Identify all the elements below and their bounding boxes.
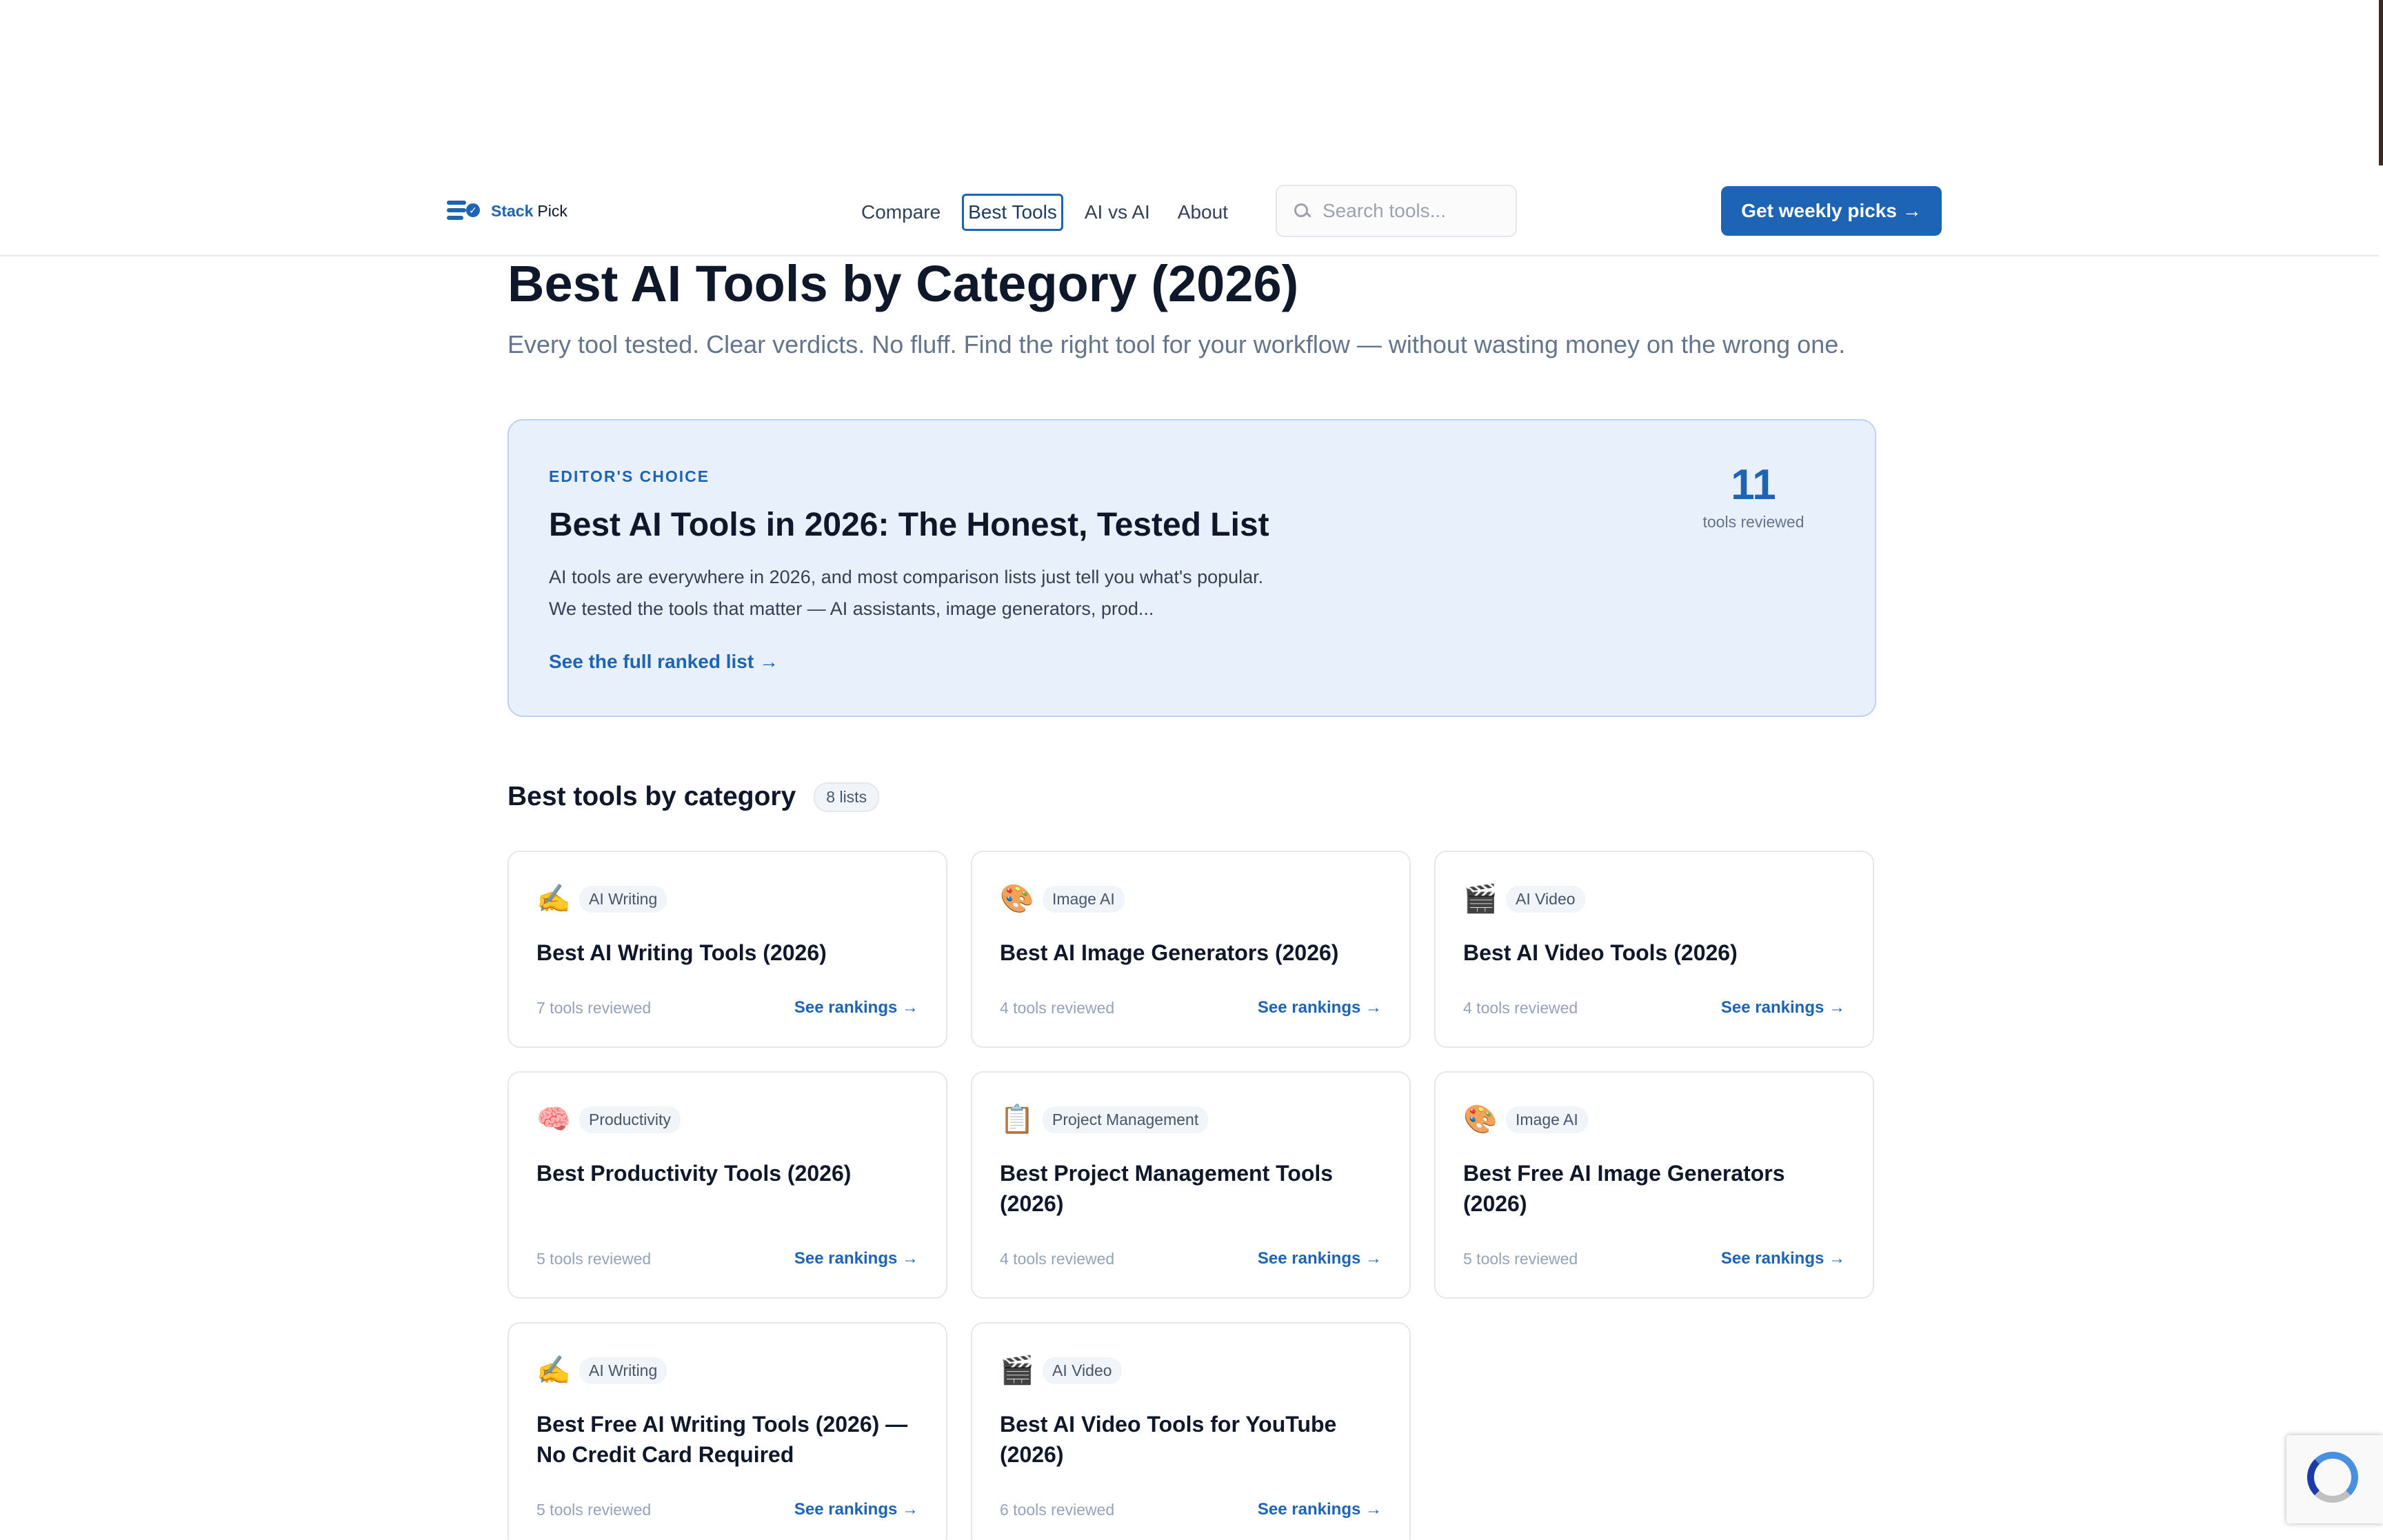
stat-label: tools reviewed	[1702, 513, 1804, 531]
featured-title: Best AI Tools in 2026: The Honest, Teste…	[549, 507, 1269, 543]
card-title: Best AI Writing Tools (2026)	[536, 940, 827, 965]
nav-link-ai-vs-ai[interactable]: AI vs AI	[1078, 194, 1156, 231]
get-weekly-picks-button[interactable]: Get weekly picks →	[1721, 186, 1942, 236]
stat-number: 11	[1731, 461, 1776, 509]
search-icon	[1292, 201, 1311, 221]
see-full-ranked-list-link[interactable]: See the full ranked list →	[549, 651, 778, 673]
artist-palette-icon: 🎨	[1000, 884, 1034, 914]
card-header: 📋 Project Management	[1000, 1104, 1209, 1135]
category-card[interactable]: 🎬 AI Video Best AI Video Tools for YouTu…	[971, 1322, 1411, 1540]
card-title: Best Productivity Tools (2026)	[536, 1161, 852, 1186]
card-tools-count: 5 tools reviewed	[1463, 1250, 1578, 1268]
search-input[interactable]	[1323, 200, 1502, 222]
card-header: 🎨 Image AI	[1000, 884, 1125, 914]
card-tools-count: 5 tools reviewed	[536, 1250, 652, 1268]
clipboard-icon: 📋	[1000, 1104, 1034, 1135]
page-title: Best AI Tools by Category (2026)	[507, 255, 1299, 312]
card-title: Best Project Management Tools (2026)	[1000, 1161, 1334, 1216]
card-tools-count: 4 tools reviewed	[1000, 1250, 1115, 1268]
category-card[interactable]: 🎨 Image AI Best AI Image Generators (202…	[971, 851, 1411, 1048]
category-tag: AI Video	[1506, 885, 1585, 913]
category-card-grid: ✍️ AI Writing Best AI Writing Tools (202…	[507, 851, 1876, 1540]
see-rankings-link[interactable]: See rankings →	[794, 1500, 918, 1519]
card-tools-count: 4 tools reviewed	[1463, 999, 1578, 1017]
recaptcha-badge[interactable]	[2286, 1435, 2383, 1523]
editors-choice-label: EDITOR'S CHOICE	[549, 467, 710, 485]
editors-choice-card[interactable]: EDITOR'S CHOICE Best AI Tools in 2026: T…	[507, 419, 1876, 717]
writing-hand-icon: ✍️	[536, 884, 571, 914]
see-rankings-link[interactable]: See rankings →	[1258, 1500, 1382, 1519]
clapper-board-icon: 🎬	[1000, 1355, 1034, 1386]
card-title: Best AI Video Tools (2026)	[1463, 940, 1738, 965]
see-rankings-link[interactable]: See rankings →	[1721, 998, 1845, 1017]
featured-description-line-1: AI tools are everywhere in 2026, and mos…	[549, 567, 1264, 587]
search-box[interactable]	[1276, 185, 1517, 237]
category-section-heading: Best tools by category 8 lists	[507, 782, 880, 812]
brain-icon: 🧠	[536, 1104, 571, 1135]
list-count-badge: 8 lists	[814, 782, 880, 812]
card-tools-count: 5 tools reviewed	[536, 1501, 652, 1519]
card-tools-count: 6 tools reviewed	[1000, 1501, 1115, 1519]
category-card[interactable]: 📋 Project Management Best Project Manage…	[971, 1071, 1411, 1299]
card-header: 🎬 AI Video	[1000, 1355, 1122, 1386]
category-tag: AI Writing	[579, 885, 667, 913]
clapper-board-icon: 🎬	[1463, 884, 1498, 914]
card-header: 🎬 AI Video	[1463, 884, 1585, 914]
section-title: Best tools by category	[507, 782, 796, 811]
featured-description: AI tools are everywhere in 2026, and mos…	[549, 561, 1376, 625]
page-subtitle: Every tool tested. Clear verdicts. No fl…	[507, 330, 1846, 358]
writing-hand-icon: ✍️	[536, 1355, 571, 1386]
nav-link-about[interactable]: About	[1172, 194, 1234, 231]
window-edge	[2379, 0, 2383, 165]
card-title: Best AI Image Generators (2026)	[1000, 940, 1339, 965]
logo-text: Stack Pick	[491, 202, 567, 221]
card-tools-count: 7 tools reviewed	[536, 999, 652, 1017]
logo-link[interactable]: ✓ Stack Pick	[447, 196, 567, 226]
logo-name-secondary: Pick	[537, 201, 567, 220]
stack-logo-icon: ✓	[447, 199, 483, 223]
card-tools-count: 4 tools reviewed	[1000, 999, 1115, 1017]
card-header: ✍️ AI Writing	[536, 1355, 667, 1386]
featured-description-line-2: We tested the tools that matter — AI ass…	[549, 598, 1154, 619]
category-tag: Image AI	[1506, 1106, 1588, 1133]
see-rankings-link[interactable]: See rankings →	[1721, 1249, 1845, 1268]
logo-name-primary: Stack	[491, 201, 534, 220]
category-tag: Image AI	[1043, 885, 1125, 913]
category-card[interactable]: ✍️ AI Writing Best AI Writing Tools (202…	[507, 851, 947, 1048]
category-card[interactable]: 🎨 Image AI Best Free AI Image Generators…	[1434, 1071, 1874, 1299]
category-tag: Productivity	[579, 1106, 681, 1133]
card-title: Best Free AI Image Generators (2026)	[1463, 1161, 1785, 1216]
main-nav: Compare Best Tools AI vs AI About	[855, 193, 1234, 232]
card-header: 🎨 Image AI	[1463, 1104, 1588, 1135]
artist-palette-icon: 🎨	[1463, 1104, 1498, 1135]
nav-link-best-tools[interactable]: Best Tools	[962, 194, 1063, 231]
recaptcha-icon	[2307, 1452, 2358, 1503]
category-card[interactable]: 🎬 AI Video Best AI Video Tools (2026) 4 …	[1434, 851, 1874, 1048]
category-tag: AI Video	[1043, 1357, 1122, 1384]
see-rankings-link[interactable]: See rankings →	[1258, 998, 1382, 1017]
card-title: Best AI Video Tools for YouTube (2026)	[1000, 1412, 1337, 1467]
see-rankings-link[interactable]: See rankings →	[794, 998, 918, 1017]
card-header: ✍️ AI Writing	[536, 884, 667, 914]
site-header: ✓ Stack Pick Compare Best Tools AI vs AI …	[0, 165, 2379, 256]
category-tag: AI Writing	[579, 1357, 667, 1384]
category-card[interactable]: 🧠 Productivity Best Productivity Tools (…	[507, 1071, 947, 1299]
see-rankings-link[interactable]: See rankings →	[794, 1249, 918, 1268]
category-tag: Project Management	[1043, 1106, 1209, 1133]
nav-link-compare[interactable]: Compare	[855, 194, 947, 231]
category-card[interactable]: ✍️ AI Writing Best Free AI Writing Tools…	[507, 1322, 947, 1540]
page: ✓ Stack Pick Compare Best Tools AI vs AI …	[0, 0, 2383, 1540]
tools-reviewed-stat: 11 tools reviewed	[1671, 460, 1836, 531]
card-title: Best Free AI Writing Tools (2026) — No C…	[536, 1412, 908, 1467]
card-header: 🧠 Productivity	[536, 1104, 681, 1135]
see-rankings-link[interactable]: See rankings →	[1258, 1249, 1382, 1268]
